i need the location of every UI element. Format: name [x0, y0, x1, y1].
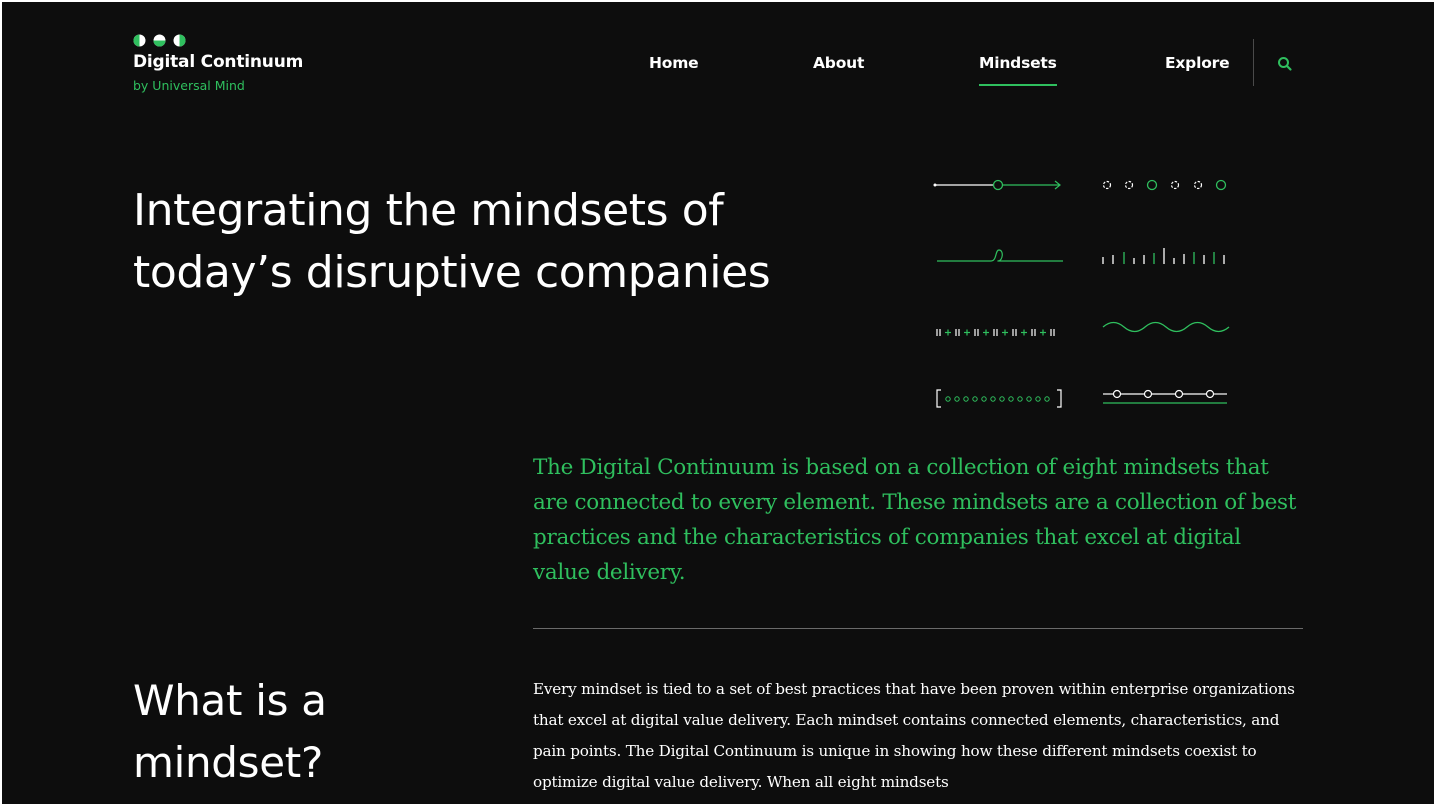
line-circle-arrow-icon: [933, 179, 1061, 191]
hero-title-line: Integrating the mindsets of: [133, 185, 724, 236]
intro-paragraph: The Digital Continuum is based on a coll…: [533, 455, 1297, 585]
brand-name: Digital Continuum: [133, 52, 304, 72]
nav-divider: [1253, 39, 1254, 86]
what-is-body: Every mindset is tied to a set of best p…: [533, 680, 1295, 791]
what-is-heading-line: mindset?: [133, 738, 323, 787]
linked-circles-icon: [1103, 389, 1227, 404]
logo-dot-icon: [173, 34, 186, 46]
hero-title: Integrating the mindsets of today’s disr…: [133, 180, 833, 304]
what-is-heading: What is a mindset?: [133, 670, 473, 794]
search-icon[interactable]: [1275, 54, 1295, 74]
plus-separator-icon: [936, 329, 1055, 336]
logo-dot-icon: [153, 34, 166, 46]
bracketed-dots-icon: [936, 389, 1062, 408]
nav-home[interactable]: Home: [649, 54, 699, 72]
nav-about[interactable]: About: [813, 54, 864, 72]
nav-explore[interactable]: Explore: [1165, 54, 1230, 72]
logo-dot-icon: [133, 34, 146, 46]
dotted-circles-icon: [1102, 179, 1227, 191]
mindset-glyph-grid: [933, 179, 1230, 408]
tick-marks-icon: [1102, 248, 1225, 264]
brand-logo[interactable]: Digital Continuum by Universal Mind: [133, 32, 303, 93]
wave-icon: [1102, 321, 1230, 333]
page: Digital Continuum by Universal Mind Home…: [2, 2, 1434, 804]
what-is-heading-line: What is a: [133, 676, 327, 725]
hero-title-line: today’s disruptive companies: [133, 247, 771, 298]
brand-subtitle: by Universal Mind: [133, 78, 245, 93]
nav-mindsets[interactable]: Mindsets: [979, 54, 1057, 86]
line-loop-icon: [937, 249, 1063, 262]
section-divider: [533, 628, 1303, 629]
logo-dots-icon: [133, 32, 303, 48]
